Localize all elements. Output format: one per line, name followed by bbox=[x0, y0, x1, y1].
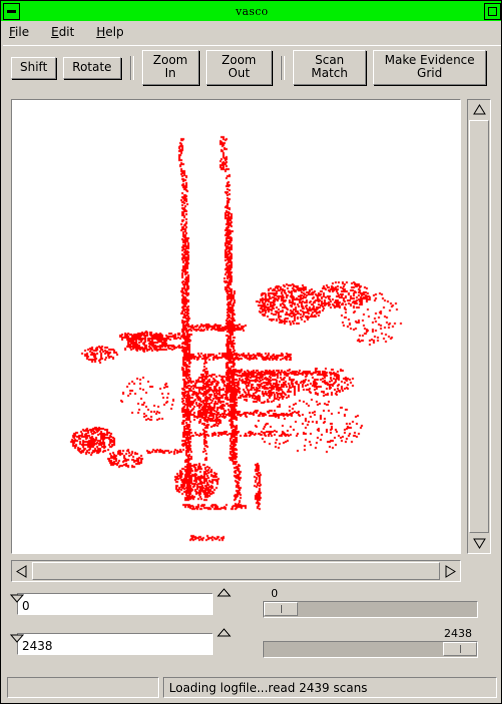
start-spinner-up-icon[interactable] bbox=[217, 587, 231, 604]
canvas-vertical-scrollbar[interactable] bbox=[467, 99, 491, 554]
scroll-right-arrow-icon bbox=[445, 564, 456, 578]
start-scan-input[interactable] bbox=[17, 593, 213, 615]
start-slider-value-label: 0 bbox=[271, 587, 278, 600]
start-scan-slider[interactable] bbox=[263, 601, 478, 618]
scan-map-canvas-container[interactable] bbox=[11, 99, 461, 554]
scroll-down-arrow-icon bbox=[472, 538, 486, 549]
end-scan-slider[interactable] bbox=[263, 641, 478, 658]
scroll-up-button[interactable] bbox=[468, 100, 490, 119]
vasco-window: vasco File Edit Help Shift Rotate Zoom I… bbox=[0, 0, 502, 704]
scroll-down-button[interactable] bbox=[468, 534, 490, 553]
end-spinner-up-icon[interactable] bbox=[217, 627, 231, 644]
end-scan-spinner-buttons[interactable] bbox=[10, 627, 232, 655]
end-scan-spinner[interactable] bbox=[10, 627, 232, 655]
menu-edit[interactable]: Edit bbox=[51, 25, 74, 39]
start-slider-thumb[interactable] bbox=[264, 602, 298, 616]
window-titlebar: vasco bbox=[1, 1, 501, 21]
scan-range-controls: 0 2438 bbox=[1, 587, 501, 665]
end-scan-slider-block: 2438 bbox=[263, 627, 478, 661]
scroll-left-button[interactable] bbox=[12, 561, 31, 581]
end-slider-thumb[interactable] bbox=[443, 642, 477, 656]
horizontal-scroll-thumb[interactable] bbox=[32, 562, 440, 580]
shift-button[interactable]: Shift bbox=[11, 56, 57, 79]
start-scan-spinner-buttons[interactable] bbox=[10, 587, 232, 615]
scroll-right-button[interactable] bbox=[441, 561, 460, 581]
end-scan-input[interactable] bbox=[17, 633, 213, 655]
vertical-scroll-thumb[interactable] bbox=[469, 120, 489, 533]
menu-edit-mnemonic: E bbox=[51, 25, 59, 39]
toolbar: Shift Rotate Zoom In Zoom Out Scan Match… bbox=[3, 45, 501, 89]
menu-help[interactable]: Help bbox=[96, 25, 123, 39]
canvas-horizontal-scrollbar[interactable] bbox=[11, 560, 461, 582]
scroll-left-arrow-icon bbox=[16, 564, 27, 578]
menubar: File Edit Help bbox=[1, 21, 501, 43]
start-scan-slider-block: 0 bbox=[263, 587, 478, 621]
minimize-icon bbox=[7, 9, 16, 13]
menu-edit-label: dit bbox=[58, 25, 75, 39]
scan-map-canvas[interactable] bbox=[12, 100, 460, 553]
toolbar-separator-1 bbox=[129, 55, 134, 80]
menu-file-label: ile bbox=[15, 25, 30, 39]
menu-file[interactable]: File bbox=[9, 25, 29, 39]
scan-match-button[interactable]: Scan Match bbox=[292, 50, 367, 85]
menu-help-label: elp bbox=[105, 25, 124, 39]
statusbar-left-pane bbox=[7, 677, 159, 698]
minimize-button[interactable] bbox=[3, 2, 20, 20]
zoom-in-button[interactable]: Zoom In bbox=[141, 50, 200, 85]
statusbar: Loading logfile...read 2439 scans bbox=[7, 677, 497, 698]
end-slider-value-label: 2438 bbox=[444, 627, 472, 640]
maximize-icon bbox=[488, 6, 497, 16]
statusbar-message: Loading logfile...read 2439 scans bbox=[163, 677, 497, 698]
scroll-up-arrow-icon bbox=[472, 104, 486, 115]
maximize-button[interactable] bbox=[484, 2, 501, 20]
window-title: vasco bbox=[235, 4, 269, 18]
end-spinner-down-icon[interactable] bbox=[10, 634, 230, 653]
rotate-button[interactable]: Rotate bbox=[63, 56, 121, 79]
toolbar-separator-2 bbox=[280, 55, 285, 80]
make-evidence-grid-button[interactable]: Make Evidence Grid bbox=[373, 50, 486, 85]
start-spinner-down-icon[interactable] bbox=[10, 594, 230, 613]
start-scan-spinner[interactable] bbox=[10, 587, 232, 615]
zoom-out-button[interactable]: Zoom Out bbox=[206, 50, 272, 85]
